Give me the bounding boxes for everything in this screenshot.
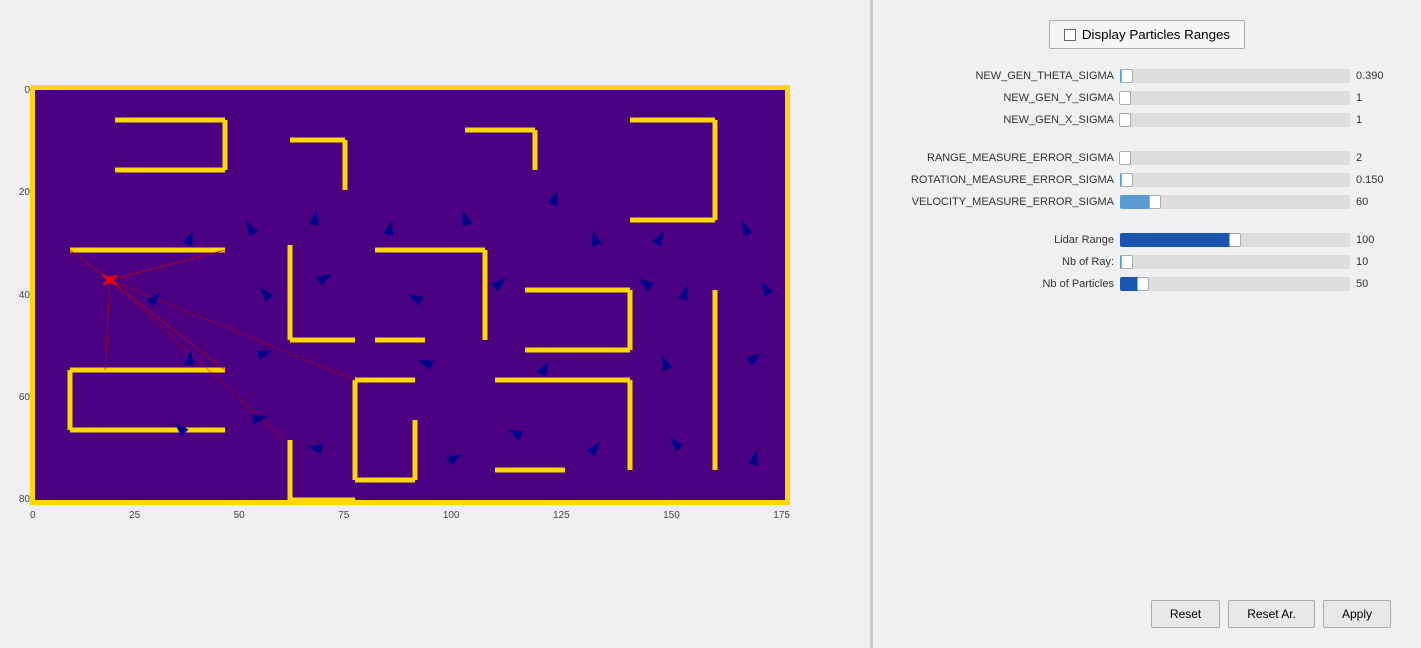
y-label-60: 60	[19, 392, 30, 403]
reset-ar-button[interactable]: Reset Ar.	[1228, 600, 1315, 628]
display-particles-button[interactable]: Display Particles Ranges	[1049, 20, 1245, 49]
param-row-rotation-error: ROTATION_MEASURE_ERROR_SIGMA 0.150	[903, 173, 1391, 187]
display-particles-label: Display Particles Ranges	[1082, 27, 1230, 42]
x-label-150: 150	[663, 510, 680, 521]
controls-panel: Display Particles Ranges NEW_GEN_THETA_S…	[872, 0, 1421, 648]
param-row-nb-particles: Nb of Particles 50	[903, 277, 1391, 291]
x-axis: 0 25 50 75 100 125 150 175	[30, 510, 790, 521]
nb-particles-thumb[interactable]	[1137, 277, 1149, 291]
param-row-y-sigma: NEW_GEN_Y_SIGMA 1	[903, 91, 1391, 105]
canvas-container	[30, 85, 790, 505]
x-label-175: 175	[773, 510, 790, 521]
section-gap-2	[903, 217, 1391, 233]
maze-svg	[30, 85, 790, 505]
apply-button[interactable]: Apply	[1323, 600, 1391, 628]
nb-particles-slider[interactable]	[1120, 277, 1350, 291]
param-row-theta-sigma: NEW_GEN_THETA_SIGMA 0.390	[903, 69, 1391, 83]
x-label-0: 0	[30, 510, 36, 521]
param-group-1: NEW_GEN_THETA_SIGMA 0.390 NEW_GEN_Y_SIGM…	[903, 69, 1391, 135]
x-sigma-slider[interactable]	[1120, 113, 1350, 127]
y-label-40: 40	[19, 290, 30, 301]
x-sigma-thumb[interactable]	[1119, 113, 1131, 127]
param-row-velocity-error: VELOCITY_MEASURE_ERROR_SIGMA 60	[903, 195, 1391, 209]
velocity-error-value: 60	[1356, 196, 1391, 208]
nb-ray-slider[interactable]	[1120, 255, 1350, 269]
y-sigma-label: NEW_GEN_Y_SIGMA	[914, 92, 1114, 104]
param-row-lidar: Lidar Range 100	[903, 233, 1391, 247]
x-label-25: 25	[129, 510, 140, 521]
buttons-row: Reset Reset Ar. Apply	[903, 590, 1391, 628]
visualization-panel: 0 20 40 60 80	[0, 0, 870, 648]
lidar-slider[interactable]	[1120, 233, 1350, 247]
x-label-50: 50	[234, 510, 245, 521]
y-sigma-thumb[interactable]	[1119, 91, 1131, 105]
nb-particles-label: Nb of Particles	[914, 278, 1114, 290]
velocity-error-thumb[interactable]	[1149, 195, 1161, 209]
rotation-error-value: 0.150	[1356, 174, 1391, 186]
x-sigma-value: 1	[1356, 114, 1391, 126]
rotation-error-slider[interactable]	[1120, 173, 1350, 187]
x-label-75: 75	[338, 510, 349, 521]
lidar-fill	[1120, 233, 1235, 247]
rotation-error-thumb[interactable]	[1121, 173, 1133, 187]
range-error-value: 2	[1356, 152, 1391, 164]
display-particles-checkbox-icon	[1064, 29, 1076, 41]
range-error-label: RANGE_MEASURE_ERROR_SIGMA	[914, 152, 1114, 164]
y-label-80: 80	[19, 494, 30, 505]
x-label-100: 100	[443, 510, 460, 521]
lidar-value: 100	[1356, 234, 1391, 246]
range-error-slider[interactable]	[1120, 151, 1350, 165]
lidar-thumb[interactable]	[1229, 233, 1241, 247]
x-sigma-label: NEW_GEN_X_SIGMA	[914, 114, 1114, 126]
y-axis: 0 20 40 60 80	[10, 85, 30, 505]
param-row-range-error: RANGE_MEASURE_ERROR_SIGMA 2	[903, 151, 1391, 165]
range-error-thumb[interactable]	[1119, 151, 1131, 165]
param-row-nb-ray: Nb of Ray: 10	[903, 255, 1391, 269]
theta-sigma-thumb[interactable]	[1121, 69, 1133, 83]
reset-button[interactable]: Reset	[1151, 600, 1220, 628]
lidar-label: Lidar Range	[914, 234, 1114, 246]
rotation-error-label: ROTATION_MEASURE_ERROR_SIGMA	[911, 174, 1114, 186]
theta-sigma-value: 0.390	[1356, 70, 1391, 82]
theta-sigma-slider[interactable]	[1120, 69, 1350, 83]
y-sigma-slider[interactable]	[1120, 91, 1350, 105]
x-label-125: 125	[553, 510, 570, 521]
velocity-error-slider[interactable]	[1120, 195, 1350, 209]
param-row-x-sigma: NEW_GEN_X_SIGMA 1	[903, 113, 1391, 127]
y-label-20: 20	[19, 187, 30, 198]
theta-sigma-label: NEW_GEN_THETA_SIGMA	[914, 70, 1114, 82]
param-group-3: Lidar Range 100 Nb of Ray: 10 Nb of Part…	[903, 233, 1391, 299]
param-group-2: RANGE_MEASURE_ERROR_SIGMA 2 ROTATION_MEA…	[903, 151, 1391, 217]
section-gap-1	[903, 135, 1391, 151]
nb-particles-value: 50	[1356, 278, 1391, 290]
velocity-error-label: VELOCITY_MEASURE_ERROR_SIGMA	[912, 196, 1114, 208]
y-sigma-value: 1	[1356, 92, 1391, 104]
nb-ray-value: 10	[1356, 256, 1391, 268]
nb-ray-label: Nb of Ray:	[914, 256, 1114, 268]
nb-ray-thumb[interactable]	[1121, 255, 1133, 269]
